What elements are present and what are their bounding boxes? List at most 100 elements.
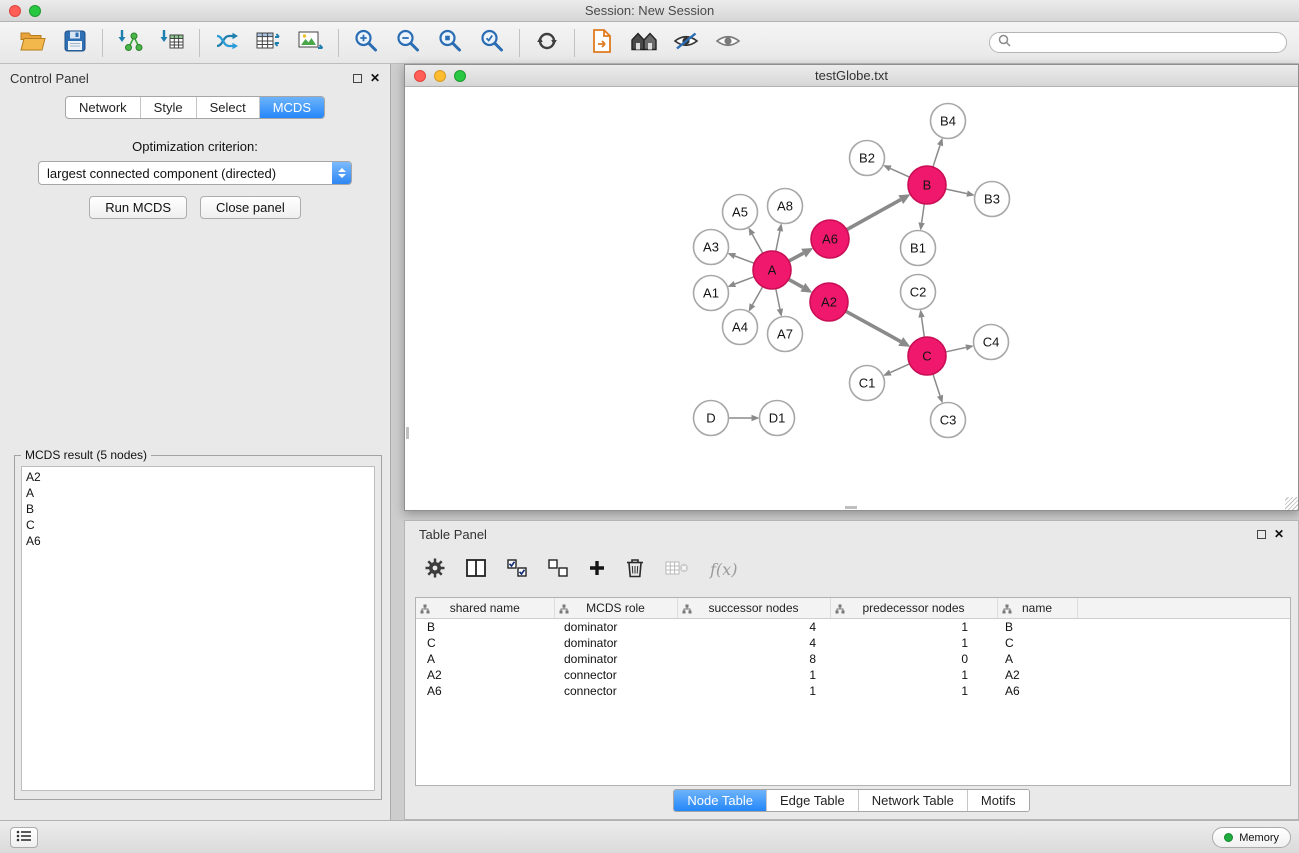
table-row[interactable]: Adominator80A [416, 651, 1290, 667]
import-network-button[interactable] [109, 25, 151, 61]
delete-table-button[interactable] [665, 560, 689, 579]
save-session-button[interactable] [54, 25, 96, 61]
function-builder-button[interactable]: f(x) [710, 560, 737, 579]
column-header-predecessor-nodes[interactable]: predecessor nodes [830, 598, 997, 618]
new-table-button[interactable] [248, 25, 290, 61]
close-panel-icon[interactable]: ✕ [370, 73, 380, 83]
zoom-fit-button[interactable] [471, 25, 513, 61]
select-all-button[interactable] [507, 559, 527, 580]
graph-arrowhead [752, 415, 760, 421]
show-columns-button[interactable] [466, 559, 486, 580]
table-settings-button[interactable] [425, 558, 445, 581]
run-mcds-button[interactable]: Run MCDS [89, 196, 187, 219]
graph-edge-A-A2[interactable] [789, 279, 803, 287]
tab-node-table[interactable]: Node Table [674, 790, 767, 811]
table-toolbar: f(x) [405, 547, 1298, 591]
graph-arrowhead [748, 227, 755, 236]
export-image-button[interactable] [290, 25, 332, 61]
tab-edge-table[interactable]: Edge Table [767, 790, 859, 811]
table-cell: dominator [554, 651, 677, 667]
add-column-button[interactable] [589, 560, 605, 579]
graph-edge-B-B4[interactable] [933, 145, 940, 167]
open-file-button[interactable] [12, 25, 54, 61]
graph-edge-C-C2[interactable] [922, 317, 925, 337]
tab-network-table[interactable]: Network Table [859, 790, 968, 811]
graph-edge-C-C4[interactable] [946, 347, 967, 351]
graph-edge-A-A5[interactable] [752, 234, 763, 253]
table-row[interactable]: Bdominator41B [416, 618, 1290, 635]
memory-button[interactable]: Memory [1212, 827, 1291, 848]
tab-style[interactable]: Style [141, 97, 197, 118]
zoom-in-button[interactable] [345, 25, 387, 61]
float-panel-icon[interactable] [353, 74, 362, 83]
table-cell-empty [1077, 635, 1290, 651]
task-history-button[interactable] [10, 827, 38, 848]
deselect-all-button[interactable] [548, 559, 568, 580]
graph-edge-A-A4[interactable] [752, 287, 762, 305]
result-item[interactable]: C [26, 517, 370, 533]
tab-network[interactable]: Network [66, 97, 141, 118]
search-box[interactable] [989, 32, 1287, 53]
graph-arrowhead [937, 395, 943, 404]
graph-edge-A-A3[interactable] [735, 256, 754, 263]
float-table-panel-icon[interactable] [1257, 530, 1266, 539]
mcds-result-list[interactable]: A2ABCA6 [21, 466, 375, 791]
graph-node-label: B2 [859, 151, 875, 166]
table-row[interactable]: Cdominator41C [416, 635, 1290, 651]
column-header-successor-nodes[interactable]: successor nodes [677, 598, 830, 618]
result-item[interactable]: A2 [26, 469, 370, 485]
tab-select[interactable]: Select [197, 97, 260, 118]
zoom-window-button[interactable] [29, 5, 41, 17]
network-zoom-button[interactable] [454, 70, 466, 82]
graph-node-label: C [922, 349, 931, 364]
graph-edge-B-B2[interactable] [890, 168, 909, 177]
graph-edge-A-A7[interactable] [776, 289, 780, 309]
graph-edge-C-C3[interactable] [933, 374, 940, 396]
table-row[interactable]: A2connector11A2 [416, 667, 1290, 683]
result-item[interactable]: B [26, 501, 370, 517]
apply-layout-button[interactable] [526, 25, 568, 61]
graph-edge-C-C1[interactable] [890, 364, 909, 373]
tab-mcds[interactable]: MCDS [260, 97, 324, 118]
close-panel-button[interactable]: Close panel [200, 196, 301, 219]
search-input[interactable] [1016, 36, 1278, 50]
graph-edge-A-A6[interactable] [789, 253, 804, 261]
result-item[interactable]: A6 [26, 533, 370, 549]
horizontal-scroll-indicator[interactable] [845, 506, 857, 509]
hide-graphics-button[interactable] [665, 25, 707, 61]
optimization-dropdown[interactable]: largest connected component (directed) [38, 161, 352, 185]
network-canvas[interactable]: B4B2BB3A5A8A6A3B1AA1C2A2A4A7C4CC1C3DD1 [405, 87, 1298, 510]
toolbar-separator [519, 29, 520, 57]
graph-edge-A2-C[interactable] [846, 311, 901, 341]
import-table-button[interactable] [151, 25, 193, 61]
graph-arrowhead [965, 344, 973, 350]
table-row[interactable]: A6connector11A6 [416, 683, 1290, 699]
graph-node-label: A5 [732, 205, 748, 220]
graph-edge-A-A1[interactable] [735, 277, 754, 284]
graph-edge-A-A8[interactable] [776, 231, 780, 251]
delete-column-button[interactable] [626, 558, 644, 581]
tab-motifs[interactable]: Motifs [968, 790, 1029, 811]
show-graphics-button[interactable] [707, 25, 749, 61]
column-header-shared-name[interactable]: shared name [416, 598, 554, 618]
graph-edge-B-B3[interactable] [946, 189, 967, 194]
eye-slash-icon [673, 31, 699, 54]
network-minimize-button[interactable] [434, 70, 446, 82]
vertical-scroll-indicator[interactable] [406, 427, 409, 439]
close-table-panel-icon[interactable]: ✕ [1274, 529, 1284, 539]
zoom-selected-button[interactable] [429, 25, 471, 61]
zoom-out-button[interactable] [387, 25, 429, 61]
graph-edge-B-B1[interactable] [922, 204, 925, 223]
graph-node-label: A [768, 263, 777, 278]
network-window-controls [414, 70, 466, 82]
result-item[interactable]: A [26, 485, 370, 501]
resize-grip[interactable] [1285, 497, 1298, 510]
network-close-button[interactable] [414, 70, 426, 82]
column-header-mcds-role[interactable]: MCDS role [554, 598, 677, 618]
new-network-button[interactable] [206, 25, 248, 61]
close-window-button[interactable] [9, 5, 21, 17]
home-view-button[interactable] [623, 25, 665, 61]
open-network-file-button[interactable] [581, 25, 623, 61]
graph-edge-A6-B[interactable] [847, 200, 901, 230]
column-header-name[interactable]: name [997, 598, 1077, 618]
